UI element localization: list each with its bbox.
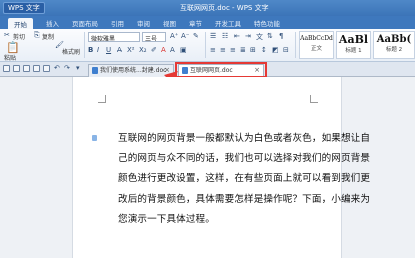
margin-marker [98,95,106,103]
paragraph-icon [92,135,97,141]
text-line: 改后的背景颜色，具体需要怎样是操作呢？下面，小编来为 [118,193,371,205]
margin-marker [310,95,318,103]
text-line: 颜色进行更改设置，这样，在有些页面上就可以看到我们更 [118,173,371,185]
text-line: 己的网页与众不同的话，我们也可以选择对我们的网页背景 [118,153,371,165]
document-body[interactable]: 互联网的网页背景一般都默认为白色或者灰色，如果想让自 己的网页与众不同的话，我们… [118,129,371,230]
text-line: 互联网的网页背景一般都默认为白色或者灰色，如果想让自 [118,133,371,144]
text-line: 您演示一下具体过程。 [118,213,215,225]
